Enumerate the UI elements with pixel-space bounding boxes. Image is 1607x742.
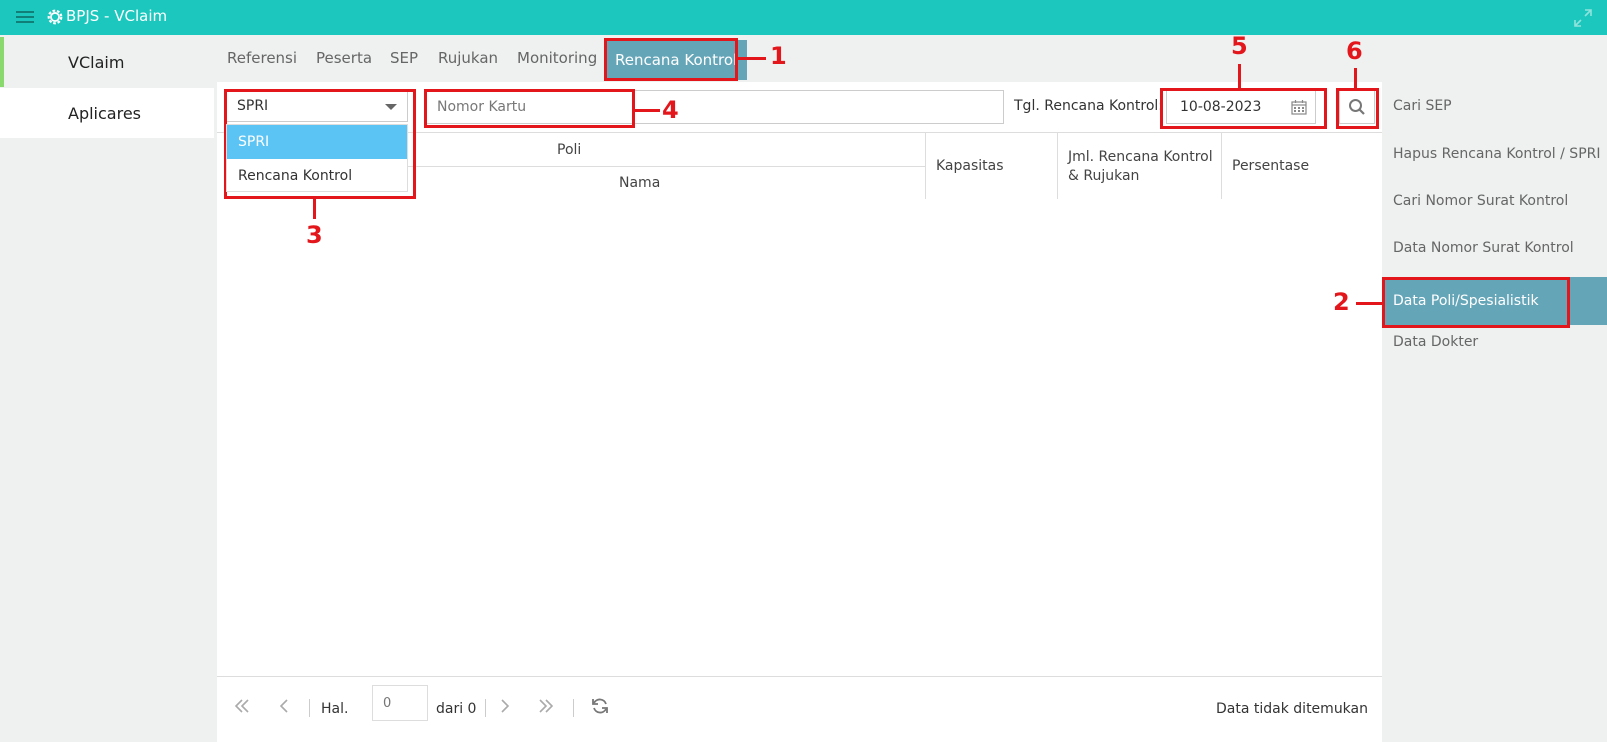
header-divider: [1221, 133, 1222, 199]
tgl-rencana-kontrol-input[interactable]: 10-08-2023: [1166, 90, 1316, 124]
column-header-poli[interactable]: Poli: [557, 142, 581, 158]
pagination-bar: Hal. dari 0 Data tidak ditemukan: [217, 676, 1382, 742]
annotation-number-4: 4: [662, 96, 679, 124]
annotation-line-1: [738, 57, 766, 60]
right-item-data-nomor-surat-kontrol[interactable]: Data Nomor Surat Kontrol: [1382, 224, 1607, 272]
annotation-line-3: [313, 199, 316, 219]
annotation-line-2: [1356, 302, 1382, 305]
expand-icon[interactable]: [1573, 8, 1593, 28]
nomor-kartu-input[interactable]: [424, 90, 1004, 124]
search-button[interactable]: [1339, 90, 1375, 124]
next-page-icon[interactable]: [494, 695, 516, 717]
right-item-hapus-rencana-kontrol[interactable]: Hapus Rencana Kontrol / SPRI: [1382, 130, 1607, 178]
main-panel: SPRI SPRI Rencana Kontrol Tgl. Rencana K…: [217, 82, 1382, 742]
date-value: 10-08-2023: [1180, 99, 1262, 115]
right-sidebar: Cari SEP Hapus Rencana Kontrol / SPRI Ca…: [1382, 82, 1607, 742]
annotation-number-5: 5: [1231, 32, 1248, 60]
tgl-rencana-kontrol-label: Tgl. Rencana Kontrol:: [1014, 98, 1164, 114]
refresh-icon[interactable]: [589, 695, 611, 717]
annotation-number-2: 2: [1333, 288, 1350, 316]
page-total-label: dari 0: [436, 701, 477, 717]
tab-sep[interactable]: SEP: [390, 35, 418, 82]
annotation-line-6: [1354, 68, 1357, 88]
prev-page-icon[interactable]: [273, 695, 295, 717]
annotation-line-5: [1238, 64, 1241, 88]
right-item-cari-sep[interactable]: Cari SEP: [1382, 82, 1607, 130]
page-number-input[interactable]: [372, 685, 428, 721]
column-header-jml-line1[interactable]: Jml. Rencana Kontrol: [1068, 149, 1213, 165]
pager-separator: [573, 699, 574, 717]
header-divider: [407, 166, 925, 167]
top-bar: BPJS - VClaim: [0, 0, 1607, 35]
column-header-nama[interactable]: Nama: [619, 175, 660, 191]
pager-status: Data tidak ditemukan: [1216, 701, 1368, 717]
pager-separator: [309, 699, 310, 717]
chevron-down-icon: [385, 104, 397, 110]
type-select[interactable]: SPRI: [226, 90, 408, 122]
dropdown-option-spri[interactable]: SPRI: [227, 125, 407, 159]
annotation-number-6: 6: [1346, 37, 1363, 65]
last-page-icon[interactable]: [535, 695, 557, 717]
hamburger-menu-icon[interactable]: [16, 9, 34, 25]
top-tabs: Referensi Peserta SEP Rujukan Monitoring…: [214, 35, 1607, 82]
left-sidebar: VClaim Aplicares: [0, 35, 214, 742]
tab-rujukan[interactable]: Rujukan: [438, 35, 498, 82]
annotation-line-4: [635, 109, 660, 112]
type-dropdown: SPRI Rencana Kontrol: [226, 124, 408, 192]
tab-referensi[interactable]: Referensi: [227, 35, 297, 82]
pager-separator: [485, 699, 486, 717]
annotation-number-3: 3: [306, 221, 323, 249]
sidebar-item-vclaim[interactable]: VClaim: [0, 37, 214, 87]
page-label: Hal.: [321, 701, 349, 717]
column-header-kapasitas[interactable]: Kapasitas: [936, 158, 1004, 174]
header-divider: [925, 133, 926, 199]
gear-icon: [47, 9, 63, 25]
app-title: BPJS - VClaim: [66, 7, 168, 25]
tab-peserta[interactable]: Peserta: [316, 35, 372, 82]
annotation-number-1: 1: [770, 42, 787, 70]
right-item-cari-nomor-surat-kontrol[interactable]: Cari Nomor Surat Kontrol: [1382, 177, 1607, 225]
type-select-value: SPRI: [237, 98, 269, 114]
right-item-data-dokter[interactable]: Data Dokter: [1382, 318, 1607, 366]
column-header-jml-line2: & Rujukan: [1068, 168, 1140, 184]
tab-rencana-kontrol[interactable]: Rencana Kontrol: [605, 40, 748, 80]
header-divider: [1057, 133, 1058, 199]
calendar-icon[interactable]: [1291, 99, 1307, 115]
column-header-persentase[interactable]: Persentase: [1232, 158, 1309, 174]
sidebar-item-aplicares[interactable]: Aplicares: [0, 88, 214, 138]
dropdown-option-rencana-kontrol[interactable]: Rencana Kontrol: [227, 159, 407, 193]
search-icon: [1349, 99, 1365, 115]
tab-monitoring[interactable]: Monitoring: [517, 35, 597, 82]
first-page-icon[interactable]: [231, 695, 253, 717]
